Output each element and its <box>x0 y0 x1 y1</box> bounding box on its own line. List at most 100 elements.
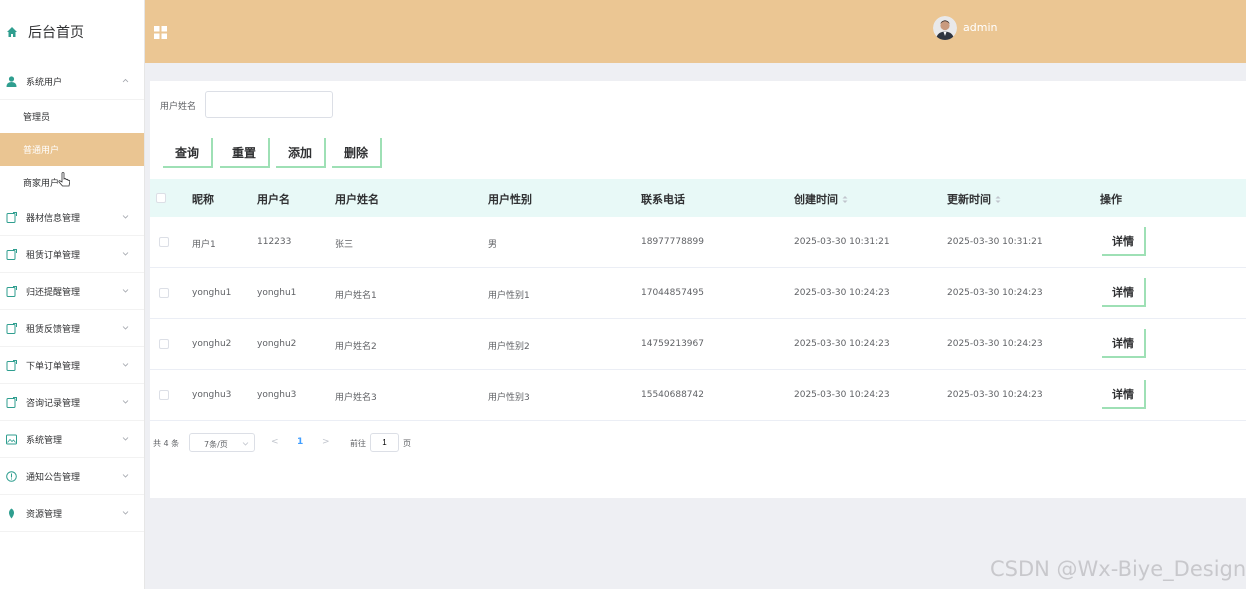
menu-label: 租赁订单管理 <box>26 250 81 261</box>
cell-realname: 用户姓名1 <box>335 291 377 301</box>
reset-button[interactable]: 重置 <box>220 138 270 168</box>
sort-icon[interactable] <box>842 195 848 204</box>
cell-username: yonghu3 <box>257 390 297 400</box>
pagination-total: 共 4 条 <box>153 439 180 448</box>
doc-icon <box>6 248 17 260</box>
menu-label: 通知公告管理 <box>26 472 81 483</box>
menu-label: 归还提醒管理 <box>26 287 81 298</box>
menu-label: 器材信息管理 <box>26 213 81 224</box>
menu-resources[interactable]: 资源管理 <box>0 495 144 532</box>
search-label: 用户姓名 <box>160 102 197 112</box>
doc-icon <box>6 285 17 297</box>
chevron-up-icon <box>122 78 129 83</box>
chevron-down-icon <box>122 511 129 515</box>
cell-nickname: yonghu2 <box>192 339 232 349</box>
chevron-down-icon <box>122 437 129 441</box>
cell-updated: 2025-03-30 10:24:23 <box>947 288 1043 298</box>
menu-group-system-users: 系统用户 管理员 普通用户 商家用户 <box>0 63 144 199</box>
sub-item-label: 管理员 <box>23 113 51 123</box>
search-input-realname[interactable] <box>205 91 333 118</box>
col-realname: 用户姓名 <box>335 193 379 206</box>
detail-button[interactable]: 详情 <box>1102 380 1146 409</box>
chevron-down-icon <box>242 442 249 446</box>
sub-item-label: 普通用户 <box>23 146 60 156</box>
row-checkbox[interactable] <box>159 288 169 298</box>
cell-gender: 男 <box>488 240 498 250</box>
row-checkbox[interactable] <box>159 237 169 247</box>
admin-username[interactable]: admin <box>963 21 997 34</box>
add-button[interactable]: 添加 <box>276 138 326 168</box>
doc-icon <box>6 211 17 223</box>
chevron-down-icon <box>122 363 129 367</box>
menu-return-reminder[interactable]: 归还提醒管理 <box>0 273 144 310</box>
detail-button[interactable]: 详情 <box>1102 329 1146 358</box>
menu-announcements[interactable]: 通知公告管理 <box>0 458 144 495</box>
delete-button[interactable]: 删除 <box>332 138 382 168</box>
row-checkbox[interactable] <box>159 339 169 349</box>
cell-phone: 14759213967 <box>641 339 704 349</box>
top-header: admin <box>145 0 1246 63</box>
col-label: 更新时间 <box>947 193 991 206</box>
sidebar: 后台首页 系统用户 管理员 普通用户 商家用户 器材信息管理 租赁订单管理 归还… <box>0 0 145 589</box>
cell-nickname: yonghu1 <box>192 288 232 298</box>
menu-rental-feedback[interactable]: 租赁反馈管理 <box>0 310 144 347</box>
chevron-down-icon <box>122 400 129 404</box>
sub-item-label: 商家用户 <box>23 179 60 189</box>
leaf-icon <box>9 508 14 518</box>
cell-phone: 18977778899 <box>641 237 704 247</box>
col-created-time[interactable]: 创建时间 <box>794 191 848 207</box>
cell-phone: 15540688742 <box>641 390 704 400</box>
menu-label: 租赁反馈管理 <box>26 324 81 335</box>
menu-equipment-info[interactable]: 器材信息管理 <box>0 199 144 236</box>
select-all-checkbox[interactable] <box>156 193 166 203</box>
menu-label: 下单订单管理 <box>26 361 81 372</box>
cell-updated: 2025-03-30 10:24:23 <box>947 390 1043 400</box>
home-icon <box>7 26 17 37</box>
info-icon <box>6 470 17 482</box>
page-number-current[interactable]: 1 <box>297 437 303 447</box>
cell-realname: 用户姓名3 <box>335 393 377 403</box>
cell-username: yonghu1 <box>257 288 297 298</box>
menu-system-users[interactable]: 系统用户 <box>0 63 144 100</box>
doc-icon <box>6 359 17 371</box>
image-icon <box>6 434 17 444</box>
chevron-down-icon <box>122 252 129 256</box>
grid-menu-icon[interactable] <box>154 26 167 39</box>
cell-created: 2025-03-30 10:24:23 <box>794 339 890 349</box>
menu-label: 系统用户 <box>26 77 63 88</box>
sidebar-item-admin[interactable]: 管理员 <box>0 100 144 133</box>
row-checkbox[interactable] <box>159 390 169 400</box>
col-gender: 用户性别 <box>488 193 532 206</box>
page-size-value: 7条/页 <box>204 440 228 449</box>
table-row: yonghu1 yonghu1 用户姓名1 用户性别1 17044857495 … <box>150 268 1246 319</box>
menu-system-management[interactable]: 系统管理 <box>0 421 144 458</box>
hand-cursor-icon <box>58 172 70 187</box>
prev-page-button[interactable]: < <box>271 437 279 447</box>
page-size-select[interactable]: 7条/页 <box>189 433 255 452</box>
sort-icon[interactable] <box>995 195 1001 204</box>
detail-button[interactable]: 详情 <box>1102 227 1146 256</box>
chevron-down-icon <box>122 474 129 478</box>
col-updated-time[interactable]: 更新时间 <box>947 191 1001 207</box>
next-page-button[interactable]: > <box>322 437 330 447</box>
sidebar-item-merchant-user[interactable]: 商家用户 <box>0 166 144 199</box>
goto-page-input[interactable] <box>370 433 399 452</box>
table-row: yonghu2 yonghu2 用户姓名2 用户性别2 14759213967 … <box>150 319 1246 370</box>
cell-username: yonghu2 <box>257 339 297 349</box>
cell-username: 112233 <box>257 237 292 247</box>
pagination: 共 4 条 7条/页 < 1 > 前往 页 <box>150 433 550 453</box>
sidebar-brand-home[interactable]: 后台首页 <box>0 0 144 63</box>
table-row: yonghu3 yonghu3 用户姓名3 用户性别3 15540688742 … <box>150 370 1246 421</box>
menu-rental-orders[interactable]: 租赁订单管理 <box>0 236 144 273</box>
avatar[interactable] <box>933 16 957 40</box>
query-button[interactable]: 查询 <box>163 138 213 168</box>
col-nickname: 昵称 <box>192 193 214 206</box>
goto-label: 前往 <box>350 439 366 448</box>
col-username: 用户名 <box>257 193 290 206</box>
detail-button[interactable]: 详情 <box>1102 278 1146 307</box>
col-label: 创建时间 <box>794 193 838 206</box>
menu-place-orders[interactable]: 下单订单管理 <box>0 347 144 384</box>
sidebar-item-normal-user[interactable]: 普通用户 <box>0 133 144 166</box>
menu-consult-records[interactable]: 咨询记录管理 <box>0 384 144 421</box>
brand-title: 后台首页 <box>28 24 84 41</box>
